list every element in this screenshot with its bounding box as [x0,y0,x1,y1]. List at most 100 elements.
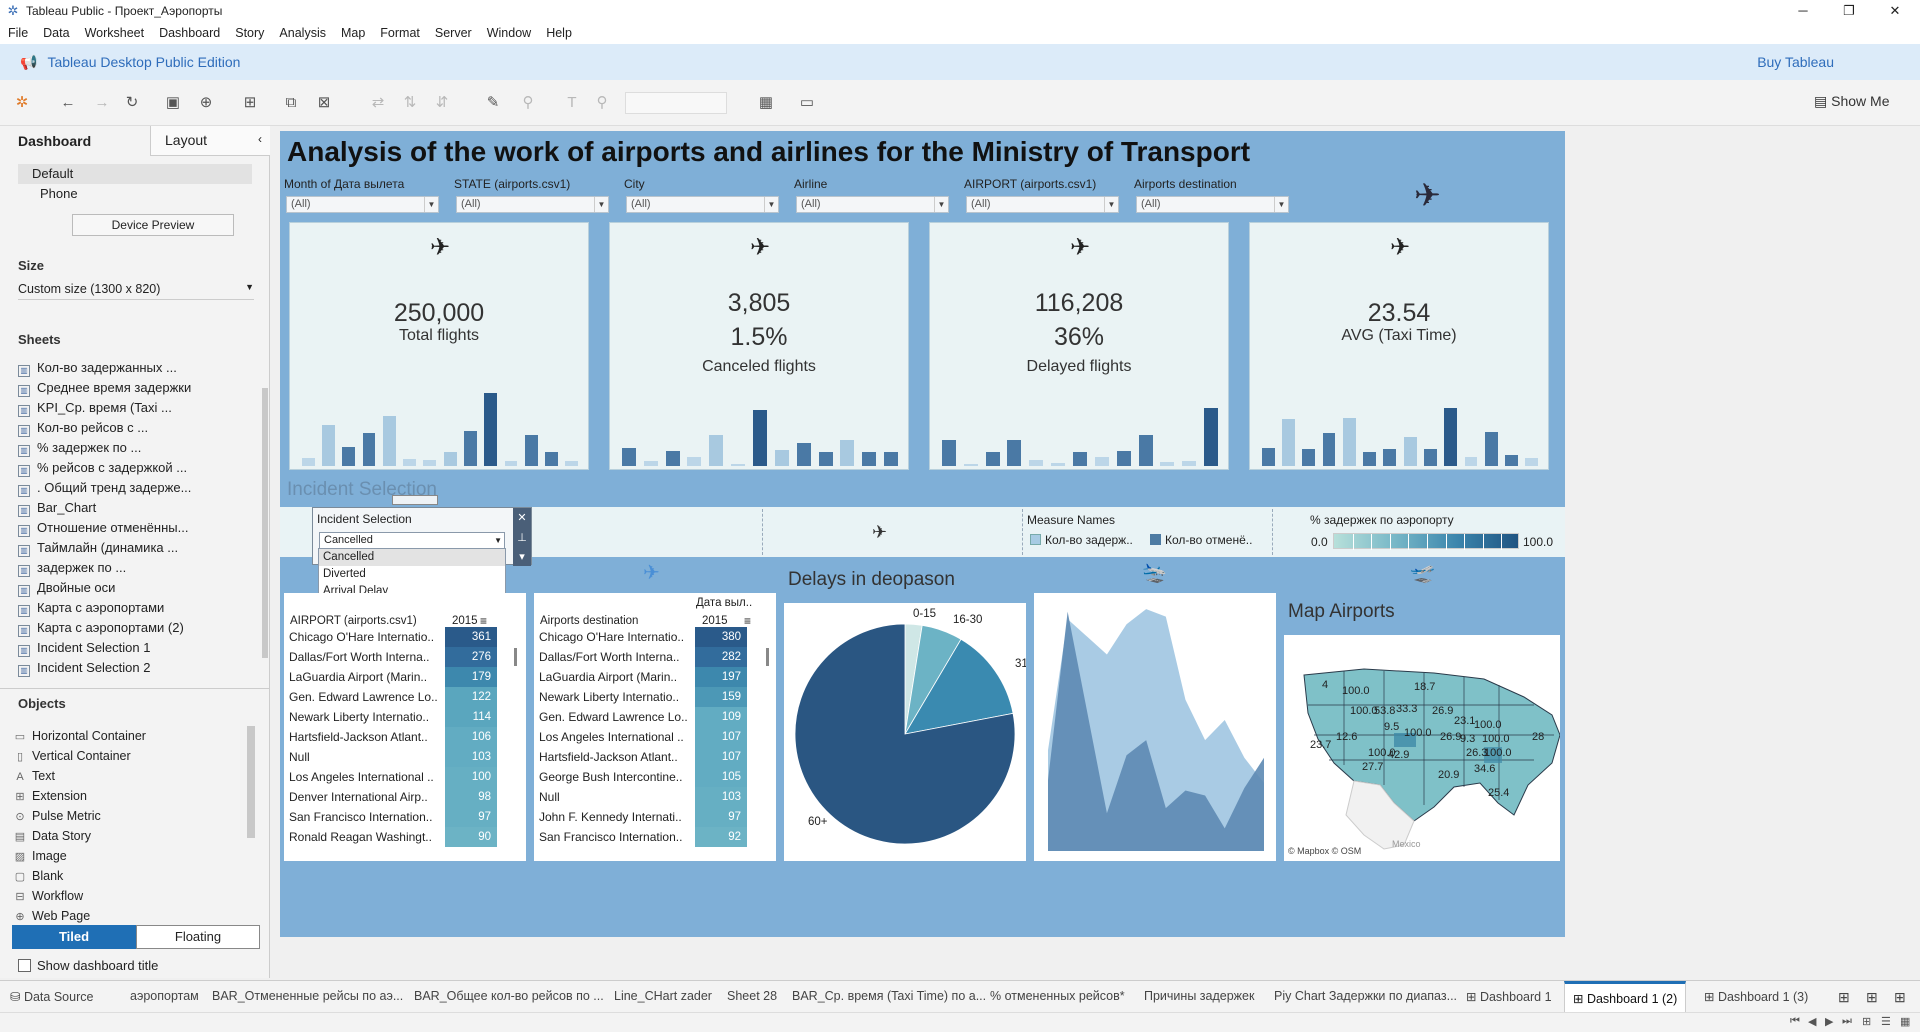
sheet-tab[interactable]: % отмененных рейсов* [990,989,1125,1003]
menu-map[interactable]: Map [341,26,365,40]
table-row[interactable]: Newark Liberty Internatio.. 159 [534,687,776,707]
sheet-tab[interactable]: аэропортам [130,989,199,1003]
new-worksheet-icon[interactable]: ⊞ [1838,989,1850,1006]
size-select[interactable]: Custom size (1300 x 820) ▼ [18,282,254,300]
sheets-scrollbar[interactable] [262,388,268,658]
sheet-item[interactable]: ▥ % рейсов с задержкой ... [18,460,187,477]
sheet-item[interactable]: ▥ Двойные оси [18,580,115,597]
table-row[interactable]: Dallas/Fort Worth Interna.. 282 [534,647,776,667]
object-item[interactable]: ▤ Data Story [14,829,91,843]
collapse-icon[interactable]: ‹ [258,132,262,146]
swap-icon[interactable]: ⇄ [368,93,388,113]
show-cards-icon[interactable]: ▦ [756,93,776,113]
first-page-icon[interactable]: ⏮ [1790,1015,1800,1028]
film-view-icon[interactable]: ▦ [1900,1015,1910,1028]
sheet-tab[interactable]: ⊞ Dashboard 1 (3) [1704,989,1808,1004]
buy-tableau-link[interactable]: Buy Tableau [1757,54,1834,70]
object-item[interactable]: ⊙ Pulse Metric [14,809,100,823]
table-row[interactable]: Hartsfield-Jackson Atlant.. 106 [284,727,526,747]
replay-icon[interactable]: ↻ [122,93,142,113]
table-row[interactable]: George Bush Intercontine.. 105 [534,767,776,787]
object-item[interactable]: ⊟ Workflow [14,889,83,903]
object-item[interactable]: ▯ Vertical Container [14,749,131,763]
new-dashboard-icon[interactable]: ⊞ [1866,989,1878,1006]
filter-select[interactable]: (All) ▼ [966,196,1119,213]
highlight-icon[interactable]: ✎ [483,93,503,113]
sheet-tab[interactable]: Sheet 28 [727,989,777,1003]
pin-icon[interactable]: ⚲ [592,93,612,113]
table-row[interactable]: Hartsfield-Jackson Atlant.. 107 [534,747,776,767]
table-row[interactable]: San Francisco Internation.. 92 [534,827,776,847]
sheet-item[interactable]: ▥ KPI_Ср. время (Taxi ... [18,400,172,417]
menu-dashboard[interactable]: Dashboard [159,26,220,40]
floating-button[interactable]: Floating [136,925,260,949]
drag-handle[interactable] [392,495,438,505]
sheet-item[interactable]: ▥ Отношение отменённы... [18,520,188,537]
clear-sheet-icon[interactable]: ⊠ [314,93,334,113]
save-icon[interactable]: ▣ [163,93,183,113]
sheet-tab[interactable]: BAR_Отмененные рейсы по аэ... [212,989,403,1003]
sort-desc-icon[interactable]: ⇵ [432,93,452,113]
table-row[interactable]: Chicago O'Hare Internatio.. 380 [534,627,776,647]
maximize-icon[interactable]: ❐ [1826,0,1872,22]
redo-icon[interactable]: → [92,93,112,113]
sheet-item[interactable]: ▥ . Общий тренд задерже... [18,480,191,497]
table-row[interactable]: Denver International Airp.. 98 [284,787,526,807]
object-item[interactable]: ▢ Blank [14,869,63,883]
sheet-item[interactable]: ▥ Карта с аэропортами [18,600,164,617]
sheet-item[interactable]: ▥ Среднее время задержки [18,380,191,397]
tab-dashboard[interactable]: Dashboard [18,128,91,154]
sheet-item[interactable]: ▥ Incident Selection 1 [18,640,150,657]
table-row[interactable]: San Francisco Internation.. 97 [284,807,526,827]
filter-select[interactable]: (All) ▼ [286,196,439,213]
group-icon[interactable]: ⚲ [518,93,538,113]
sheet-item[interactable]: ▥ Таймлайн (динамика ... [18,540,178,557]
sheet-item[interactable]: ▥ Кол-во рейсов с ... [18,420,148,437]
airport-map[interactable]: 4 100.0 18.7 100.0 53.8 33.3 26.9 23.1 100.0 9.5 1… [1284,635,1561,861]
incident-dropdown[interactable]: Cancelled ▼ [319,532,505,549]
menu-format[interactable]: Format [380,26,420,40]
close-icon[interactable]: ✕ [1872,0,1918,22]
object-item[interactable]: A Text [14,769,55,783]
device-preview-button[interactable]: Device Preview [72,214,234,236]
sort-asc-icon[interactable]: ⇅ [400,93,420,113]
table-row[interactable]: Los Angeles International .. 100 [284,767,526,787]
minimize-icon[interactable]: ─ [1780,0,1826,22]
new-sheet-icon[interactable]: ⊞ [240,93,260,113]
table-row[interactable]: Null 103 [534,787,776,807]
device-phone[interactable]: Phone [40,186,78,201]
prev-page-icon[interactable]: ◀ [1808,1015,1816,1028]
sheet-item[interactable]: ▥ Bar_Chart [18,500,96,517]
duplicate-icon[interactable]: ⧉ [281,93,301,113]
legend-item-delayed[interactable]: Кол-во задерж.. [1030,533,1133,547]
table-row[interactable]: Gen. Edward Lawrence Lo.. 122 [284,687,526,707]
tiled-button[interactable]: Tiled [12,925,136,949]
sort-icon[interactable]: ≡ [744,614,751,628]
object-item[interactable]: ⊞ Extension [14,789,87,803]
sheet-tab[interactable]: BAR_Общее кол-во рейсов по ... [414,989,604,1003]
sheet-tab[interactable]: BAR_Ср. время (Taxi Time) по а... [792,989,986,1003]
close-icon[interactable]: ✕ [513,508,531,528]
table-row[interactable]: Gen. Edward Lawrence Lo.. 109 [534,707,776,727]
fit-select[interactable] [625,92,727,114]
object-item[interactable]: ▭ Horizontal Container [14,729,146,743]
menu-data[interactable]: Data [43,26,69,40]
tableau-home-icon[interactable]: ✲ [12,93,32,113]
label-icon[interactable]: T [562,93,582,113]
sheet-tab[interactable]: Line_CHart zader [614,989,712,1003]
sheet-tab[interactable]: ⊞ Dashboard 1 (2) [1564,981,1687,1013]
next-page-icon[interactable]: ▶ [1825,1015,1833,1028]
table-row[interactable]: Dallas/Fort Worth Interna.. 276 [284,647,526,667]
menu-server[interactable]: Server [435,26,472,40]
sheet-tab[interactable]: Piy Chart Задержки по диапаз... [1274,989,1457,1003]
device-default[interactable]: Default [32,166,73,181]
show-me-button[interactable]: ▤ Show Me [1814,93,1889,110]
table-row[interactable]: Chicago O'Hare Internatio.. 361 [284,627,526,647]
menu-analysis[interactable]: Analysis [279,26,326,40]
table-row[interactable]: Newark Liberty Internatio.. 114 [284,707,526,727]
sheet-item[interactable]: ▥ задержек по ... [18,560,126,577]
incident-option[interactable]: Cancelled [319,549,505,566]
show-title-checkbox[interactable]: Show dashboard title [18,958,158,973]
sheet-tab[interactable]: ⊞ Dashboard 1 [1466,989,1552,1004]
menu-story[interactable]: Story [235,26,264,40]
